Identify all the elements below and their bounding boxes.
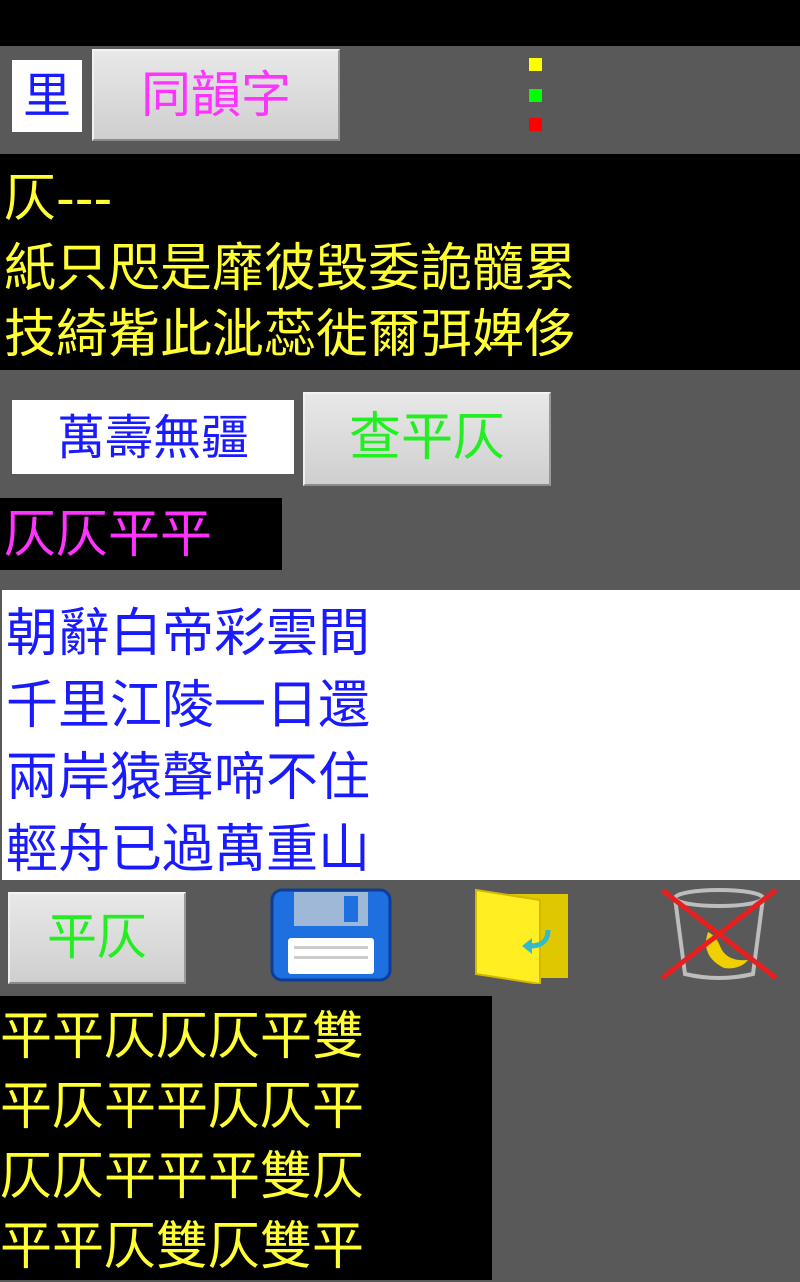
status-bar [0, 0, 800, 46]
open-file-icon[interactable] [472, 886, 576, 986]
rhyme-lookup-row: 里 同韻字 [0, 46, 800, 154]
check-tone-button[interactable]: 查平仄 [303, 392, 551, 486]
poem-line: 朝辭白帝彩雲間 [6, 604, 371, 664]
tone-result-part: 平平 [108, 505, 213, 565]
rhyme-result-line: 技綺觜此泚蕊徙爾弭婢侈 [4, 305, 577, 365]
pattern-line: 平平仄仄仄平雙 [0, 1007, 365, 1067]
character-input[interactable]: 里 [12, 60, 82, 132]
indicator-dot-yellow [529, 58, 542, 71]
poem-line: 輕舟已過萬重山 [6, 820, 371, 880]
rhyme-result-line: 紙只咫是靡彼毀委詭髓累 [4, 239, 577, 299]
indicator-dot-green [529, 89, 542, 102]
clear-icon[interactable] [656, 884, 782, 984]
poem-line: 兩岸猿聲啼不住 [6, 748, 371, 808]
rhyme-result-line: 仄--- [4, 169, 113, 229]
indicator-dot-red [529, 118, 542, 131]
poem-editor[interactable]: 朝辭白帝彩雲間 千里江陵一日還 兩岸猿聲啼不住 輕舟已過萬重山 [2, 590, 800, 880]
overflow-menu-icon[interactable] [529, 56, 543, 136]
tone-pattern-panel: 平平仄仄仄平雙 平仄平平仄仄平 仄仄平平平雙仄 平平仄雙仄雙平 [0, 996, 492, 1280]
pingze-button[interactable]: 平仄 [8, 892, 186, 984]
tone-result-part: 仄仄 [4, 505, 109, 565]
pattern-line: 平平仄雙仄雙平 [0, 1217, 365, 1277]
same-rhyme-button[interactable]: 同韻字 [92, 49, 340, 141]
pattern-line: 仄仄平平平雙仄 [0, 1147, 365, 1207]
pattern-line: 平仄平平仄仄平 [0, 1077, 365, 1137]
save-icon[interactable] [268, 886, 394, 984]
rhyme-results-panel: 仄--- 紙只咫是靡彼毀委詭髓累 技綺觜此泚蕊徙爾弭婢侈 [0, 154, 800, 370]
tone-result: 仄仄平平 [0, 498, 282, 570]
poem-line: 千里江陵一日還 [6, 676, 371, 736]
phrase-input[interactable]: 萬壽無疆 [12, 400, 294, 474]
